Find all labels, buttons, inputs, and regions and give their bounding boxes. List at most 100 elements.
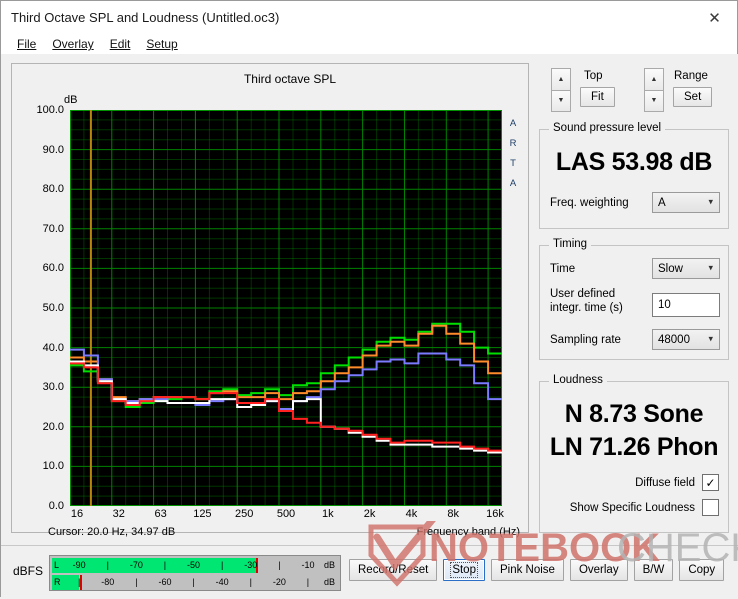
menu-item-overlay[interactable]: Overlay <box>44 36 101 52</box>
x-tick-label: 63 <box>154 508 167 520</box>
time-select[interactable]: Slow ▾ <box>652 258 720 279</box>
button-label: Overlay <box>578 564 619 576</box>
y-tick-label: 60.0 <box>42 262 64 275</box>
y-tick-label: 20.0 <box>42 420 64 433</box>
arta-watermark: A R T A <box>502 110 524 506</box>
menu-item-file[interactable]: File <box>9 36 44 52</box>
control-column: ▲ ▼ Top Fit ▲ ▼ Range Set Sound pressure… <box>539 63 731 533</box>
chart-panel: Third octave SPL dB 0.0 10.0 20.0 30.0 40.0 5… <box>11 63 529 538</box>
freq-weighting-row: Freq. weighting A ▾ <box>550 192 720 213</box>
button-copy[interactable]: Copy <box>679 559 725 581</box>
level-meter-left-unit: dB <box>323 560 335 570</box>
button-record-reset[interactable]: Record/Reset <box>349 559 438 581</box>
range-spinner-up-icon[interactable]: ▲ <box>644 68 664 90</box>
fit-button[interactable]: Fit <box>580 87 615 107</box>
show-specific-loudness-label: Show Specific Loudness <box>569 501 695 514</box>
meter-tick-separator: | <box>249 577 252 587</box>
integration-time-row: User defined integr. time (s) 10 <box>550 287 720 317</box>
x-tick-label: 32 <box>112 508 125 520</box>
level-meter-left-channel-label: L <box>54 560 60 570</box>
menu-item-setup[interactable]: Setup <box>138 36 185 52</box>
menu-overlay-label: Overlay <box>52 37 94 51</box>
sampling-rate-label: Sampling rate <box>550 333 621 346</box>
bottom-toolbar: dBFS L dB -90 -70 -50 -30 -10 | | | | R dB -80 -6… <box>1 545 738 599</box>
top-spinner-up-icon[interactable]: ▲ <box>551 68 571 90</box>
arta-letter-t: T <box>510 158 516 169</box>
meter-tick-separator: | <box>220 560 224 570</box>
loudness-sone-value: N 8.73 Sone <box>564 400 704 428</box>
meter-tick-label: -80 <box>101 577 115 587</box>
sampling-rate-row: Sampling rate 48000 ▾ <box>550 329 720 350</box>
menu-edit-label: Edit <box>109 37 131 51</box>
freq-weighting-value: A <box>658 196 666 209</box>
loudness-phon-value: LN 71.26 Phon <box>549 433 719 461</box>
range-label: Range <box>674 70 708 82</box>
range-spinner-down-icon[interactable]: ▼ <box>644 89 664 112</box>
x-tick-label: 4k <box>405 508 418 520</box>
x-tick-label: 500 <box>276 508 296 520</box>
button-label: Copy <box>688 564 716 576</box>
menu-item-edit[interactable]: Edit <box>102 36 139 52</box>
button-label: B/W <box>642 564 665 576</box>
window-title: Third Octave SPL and Loudness (Untitled.… <box>11 10 280 25</box>
x-axis-title: Frequency band (Hz) <box>416 526 520 538</box>
plot-area[interactable] <box>70 110 502 506</box>
button-overlay[interactable]: Overlay <box>569 559 628 581</box>
y-tick-label: 70.0 <box>42 222 64 235</box>
meter-tick-separator: | <box>192 577 195 587</box>
loudness-group: Loudness N 8.73 Sone LN 71.26 Phon Diffu… <box>539 374 729 533</box>
integration-time-label-line1: User defined <box>550 288 616 300</box>
set-button[interactable]: Set <box>673 87 713 107</box>
meter-tick-label: -60 <box>158 577 172 587</box>
level-meter[interactable]: L dB -90 -70 -50 -30 -10 | | | | R dB -80 -60 -40 -… <box>49 555 341 591</box>
y-tick-label: 80.0 <box>42 183 64 196</box>
arta-letter-r: R <box>509 138 517 149</box>
meter-tick-separator: | <box>163 560 167 570</box>
checkmark-icon: ✓ <box>705 475 716 490</box>
button-label: Stop <box>450 562 478 578</box>
x-tick-label: 16k <box>486 508 504 520</box>
integration-time-input[interactable]: 10 <box>652 293 720 317</box>
y-tick-label: 100.0 <box>36 104 64 116</box>
dbfs-label: dBFS <box>13 564 44 578</box>
button-b-w[interactable]: B/W <box>633 559 674 581</box>
menu-setup-label: Setup <box>146 37 178 51</box>
integration-time-value: 10 <box>658 299 671 311</box>
meter-tick-separator: | <box>77 577 81 587</box>
y-tick-label: 10.0 <box>42 460 64 473</box>
time-row: Time Slow ▾ <box>550 258 720 279</box>
button-label: Pink Noise <box>499 564 555 576</box>
button-label: Record/Reset <box>358 564 429 576</box>
y-tick-label: 50.0 <box>42 302 64 314</box>
cursor-readout: Cursor: 20.0 Hz, 34.97 dB <box>48 526 176 538</box>
spl-group-title: Sound pressure level <box>549 122 666 134</box>
show-specific-loudness-row: Show Specific Loudness <box>570 499 719 516</box>
y-axis-unit: dB <box>64 94 78 106</box>
spl-group: Sound pressure level LAS 53.98 dB Freq. … <box>539 122 729 229</box>
show-specific-loudness-checkbox[interactable] <box>702 499 719 516</box>
y-axis-labels: 0.0 10.0 20.0 30.0 40.0 50.0 60.0 70.0 80.0 90.0 1… <box>12 104 68 512</box>
meter-tick-label: -50 <box>187 560 201 570</box>
button-stop[interactable]: Stop <box>443 559 485 581</box>
freq-weighting-select[interactable]: A ▾ <box>652 192 720 213</box>
time-label: Time <box>550 262 576 275</box>
integration-time-label: User defined integr. time (s) <box>550 287 623 315</box>
close-icon[interactable]: ✕ <box>692 1 737 34</box>
menu-bar: File Overlay Edit Setup <box>1 34 737 54</box>
timing-group-title: Timing <box>549 238 592 250</box>
menu-file-label: File <box>17 37 37 51</box>
title-bar: Third Octave SPL and Loudness (Untitled.… <box>1 1 737 34</box>
arta-letter-a2: A <box>509 178 517 189</box>
top-spinner-down-icon[interactable]: ▼ <box>551 89 571 112</box>
x-tick-label: 250 <box>235 508 254 520</box>
integration-time-label-line2: integr. time (s) <box>550 302 623 314</box>
top-spinner[interactable]: ▲ ▼ <box>551 68 571 112</box>
application-window: Third Octave SPL and Loudness (Untitled.… <box>0 0 738 599</box>
button-pink-noise[interactable]: Pink Noise <box>490 559 564 581</box>
sampling-rate-select[interactable]: 48000 ▾ <box>652 329 720 350</box>
meter-tick-label: -70 <box>129 560 143 570</box>
diffuse-field-checkbox[interactable]: ✓ <box>702 474 719 491</box>
range-spinner[interactable]: ▲ ▼ <box>644 68 664 112</box>
top-label: Top <box>584 70 603 82</box>
spl-chart-svg <box>70 110 502 506</box>
